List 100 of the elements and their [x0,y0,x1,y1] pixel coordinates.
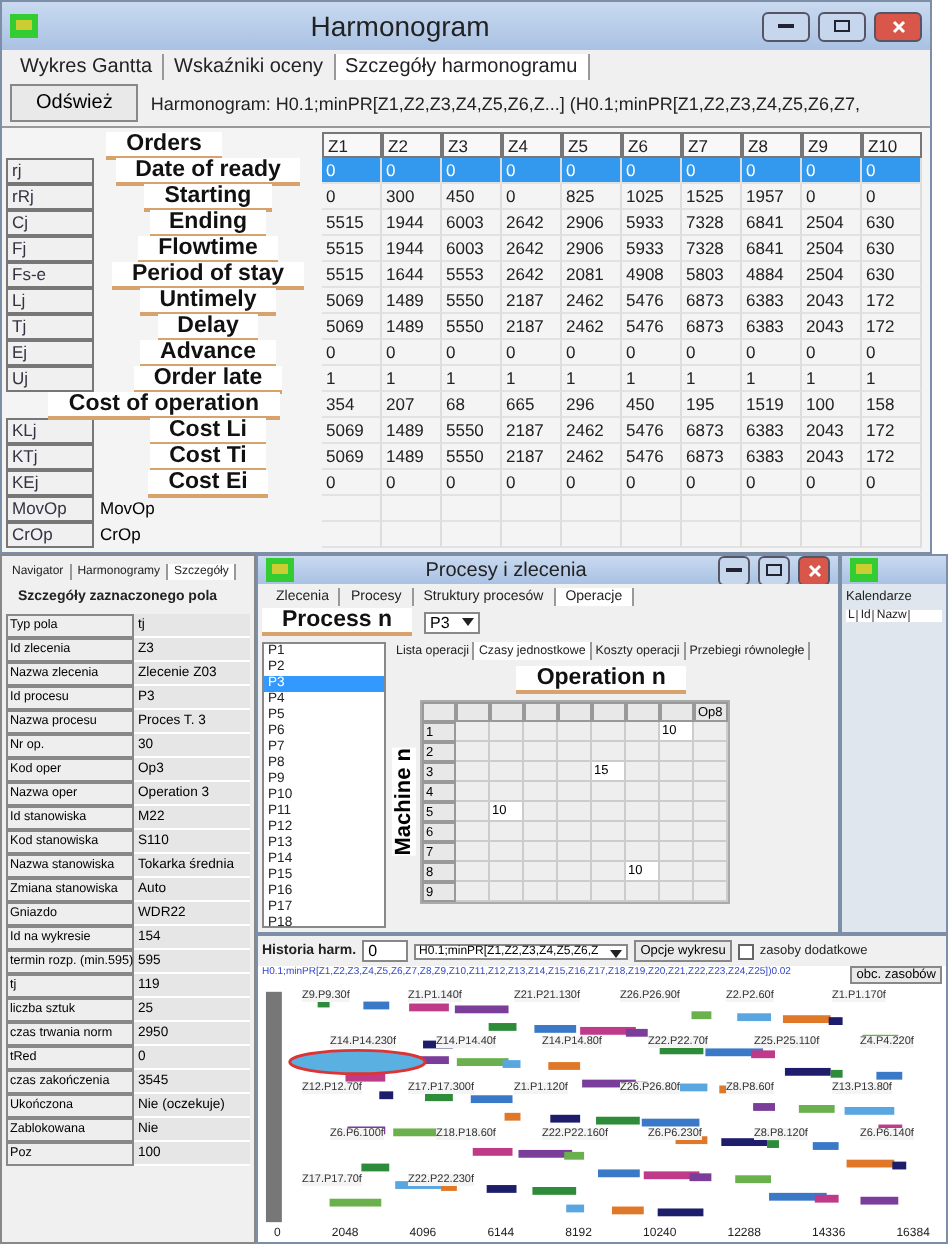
column-header[interactable]: Z3 [442,132,502,158]
table-cell: 2906 [562,236,622,262]
row-code: Fs-e [6,262,94,288]
history-spinner[interactable]: 0 [362,940,408,962]
column-header[interactable]: Z2 [382,132,442,158]
row-code: KEj [6,470,94,496]
grid-cell [490,842,524,862]
table-cell: 6841 [742,236,802,262]
table-cell: 1957 [742,184,802,210]
grid-cell [524,862,558,882]
grid-cell [490,762,524,782]
column-header [456,702,490,722]
table-cell: 1 [502,366,562,392]
table-cell: 1 [742,366,802,392]
close-button[interactable] [798,556,830,585]
table-cell: 4908 [622,262,682,288]
table-cell: 0 [802,184,862,210]
grid-cell [626,802,660,822]
grid-cell [694,762,728,782]
column-header[interactable]: Z1 [322,132,382,158]
close-button[interactable] [874,11,922,41]
grid-cell [592,882,626,902]
row-code: CrOp [6,522,94,548]
table-cell: 0 [682,158,742,184]
row-code: rRj [6,184,94,210]
app-icon [850,558,878,582]
grid-cell [524,742,558,762]
column-header [490,702,524,722]
minimize-button[interactable] [762,11,810,41]
grid-cell [524,802,558,822]
table-cell: 630 [862,236,922,262]
table-cell: 0 [382,158,442,184]
column-header[interactable]: Z8 [742,132,802,158]
table-cell: 6873 [682,288,742,314]
process-select[interactable]: P3 [423,611,480,633]
table-cell: 5803 [682,262,742,288]
table-cell: 6003 [442,236,502,262]
grid-cell [558,742,592,762]
column-header[interactable]: Z6 [622,132,682,158]
annotation-label: Period of stay [111,261,305,289]
row-name: CrOp [98,522,143,548]
table-cell: 0 [682,340,742,366]
column-header[interactable]: Z4 [502,132,562,158]
grid-cell [660,762,694,782]
table-cell: 0 [322,184,382,210]
row-code: Ej [6,340,94,366]
refresh-button[interactable]: Odśwież [10,84,139,122]
grid-cell [626,782,660,802]
column-header[interactable]: Z7 [682,132,742,158]
schedule-label: Harmonogram: H0.1;minPR[Z1,Z2,Z3,Z4,Z5,Z6,Z...] (H0.1;minPR[Z1,Z2,Z3,Z4,Z5,Z6,Z7, [150,93,860,113]
table-cell: 0 [382,470,442,496]
column-header [558,702,592,722]
table-cell: 0 [322,158,382,184]
table-cell: 1 [622,366,682,392]
minimize-button[interactable] [718,556,750,585]
grid-cell [626,822,660,842]
table-cell: 0 [682,470,742,496]
close-icon [807,563,821,577]
table-cell: 2642 [502,210,562,236]
grid-cell [660,802,694,822]
grid-cell [490,822,524,842]
annotation-label: Cost of operation [48,391,280,419]
table-cell: 0 [742,470,802,496]
row-code: Uj [6,366,94,392]
table-cell: 5550 [442,418,502,444]
table-cell: 1644 [382,262,442,288]
column-header[interactable]: Z5 [562,132,622,158]
table-cell: 2043 [802,444,862,470]
maximize-button[interactable] [818,11,866,41]
column-header[interactable]: Z9 [802,132,862,158]
row-code: Fj [6,236,94,262]
table-cell: 6873 [682,314,742,340]
grid-cell [456,862,490,882]
table-cell: 300 [382,184,442,210]
table-cell: 6383 [742,288,802,314]
row-code: Lj [6,288,94,314]
table-cell: 6383 [742,444,802,470]
grid-cell [524,842,558,862]
table-cell: 1 [562,366,622,392]
grid-cell [456,762,490,782]
column-header[interactable]: Z10 [862,132,922,158]
table-cell: 1489 [382,288,442,314]
row-code: Tj [6,314,94,340]
table-cell: 5933 [622,236,682,262]
table-cell: 172 [862,418,922,444]
table-cell: 0 [502,340,562,366]
annotation-label: Cost Ti [149,443,267,471]
table-cell: 0 [802,158,862,184]
row-name: MovOp [98,496,157,522]
grid-cell [694,842,728,862]
checkbox[interactable] [737,943,754,959]
tab[interactable]: Szczegóły harmonogramu [335,54,590,80]
grid-cell [558,882,592,902]
table-cell: 7328 [682,236,742,262]
annotation-label: Starting [144,183,272,211]
table-cell: 6003 [442,210,502,236]
grid-cell [626,742,660,762]
grid-cell [660,882,694,902]
maximize-button[interactable] [758,556,790,585]
grid-cell [694,722,728,742]
